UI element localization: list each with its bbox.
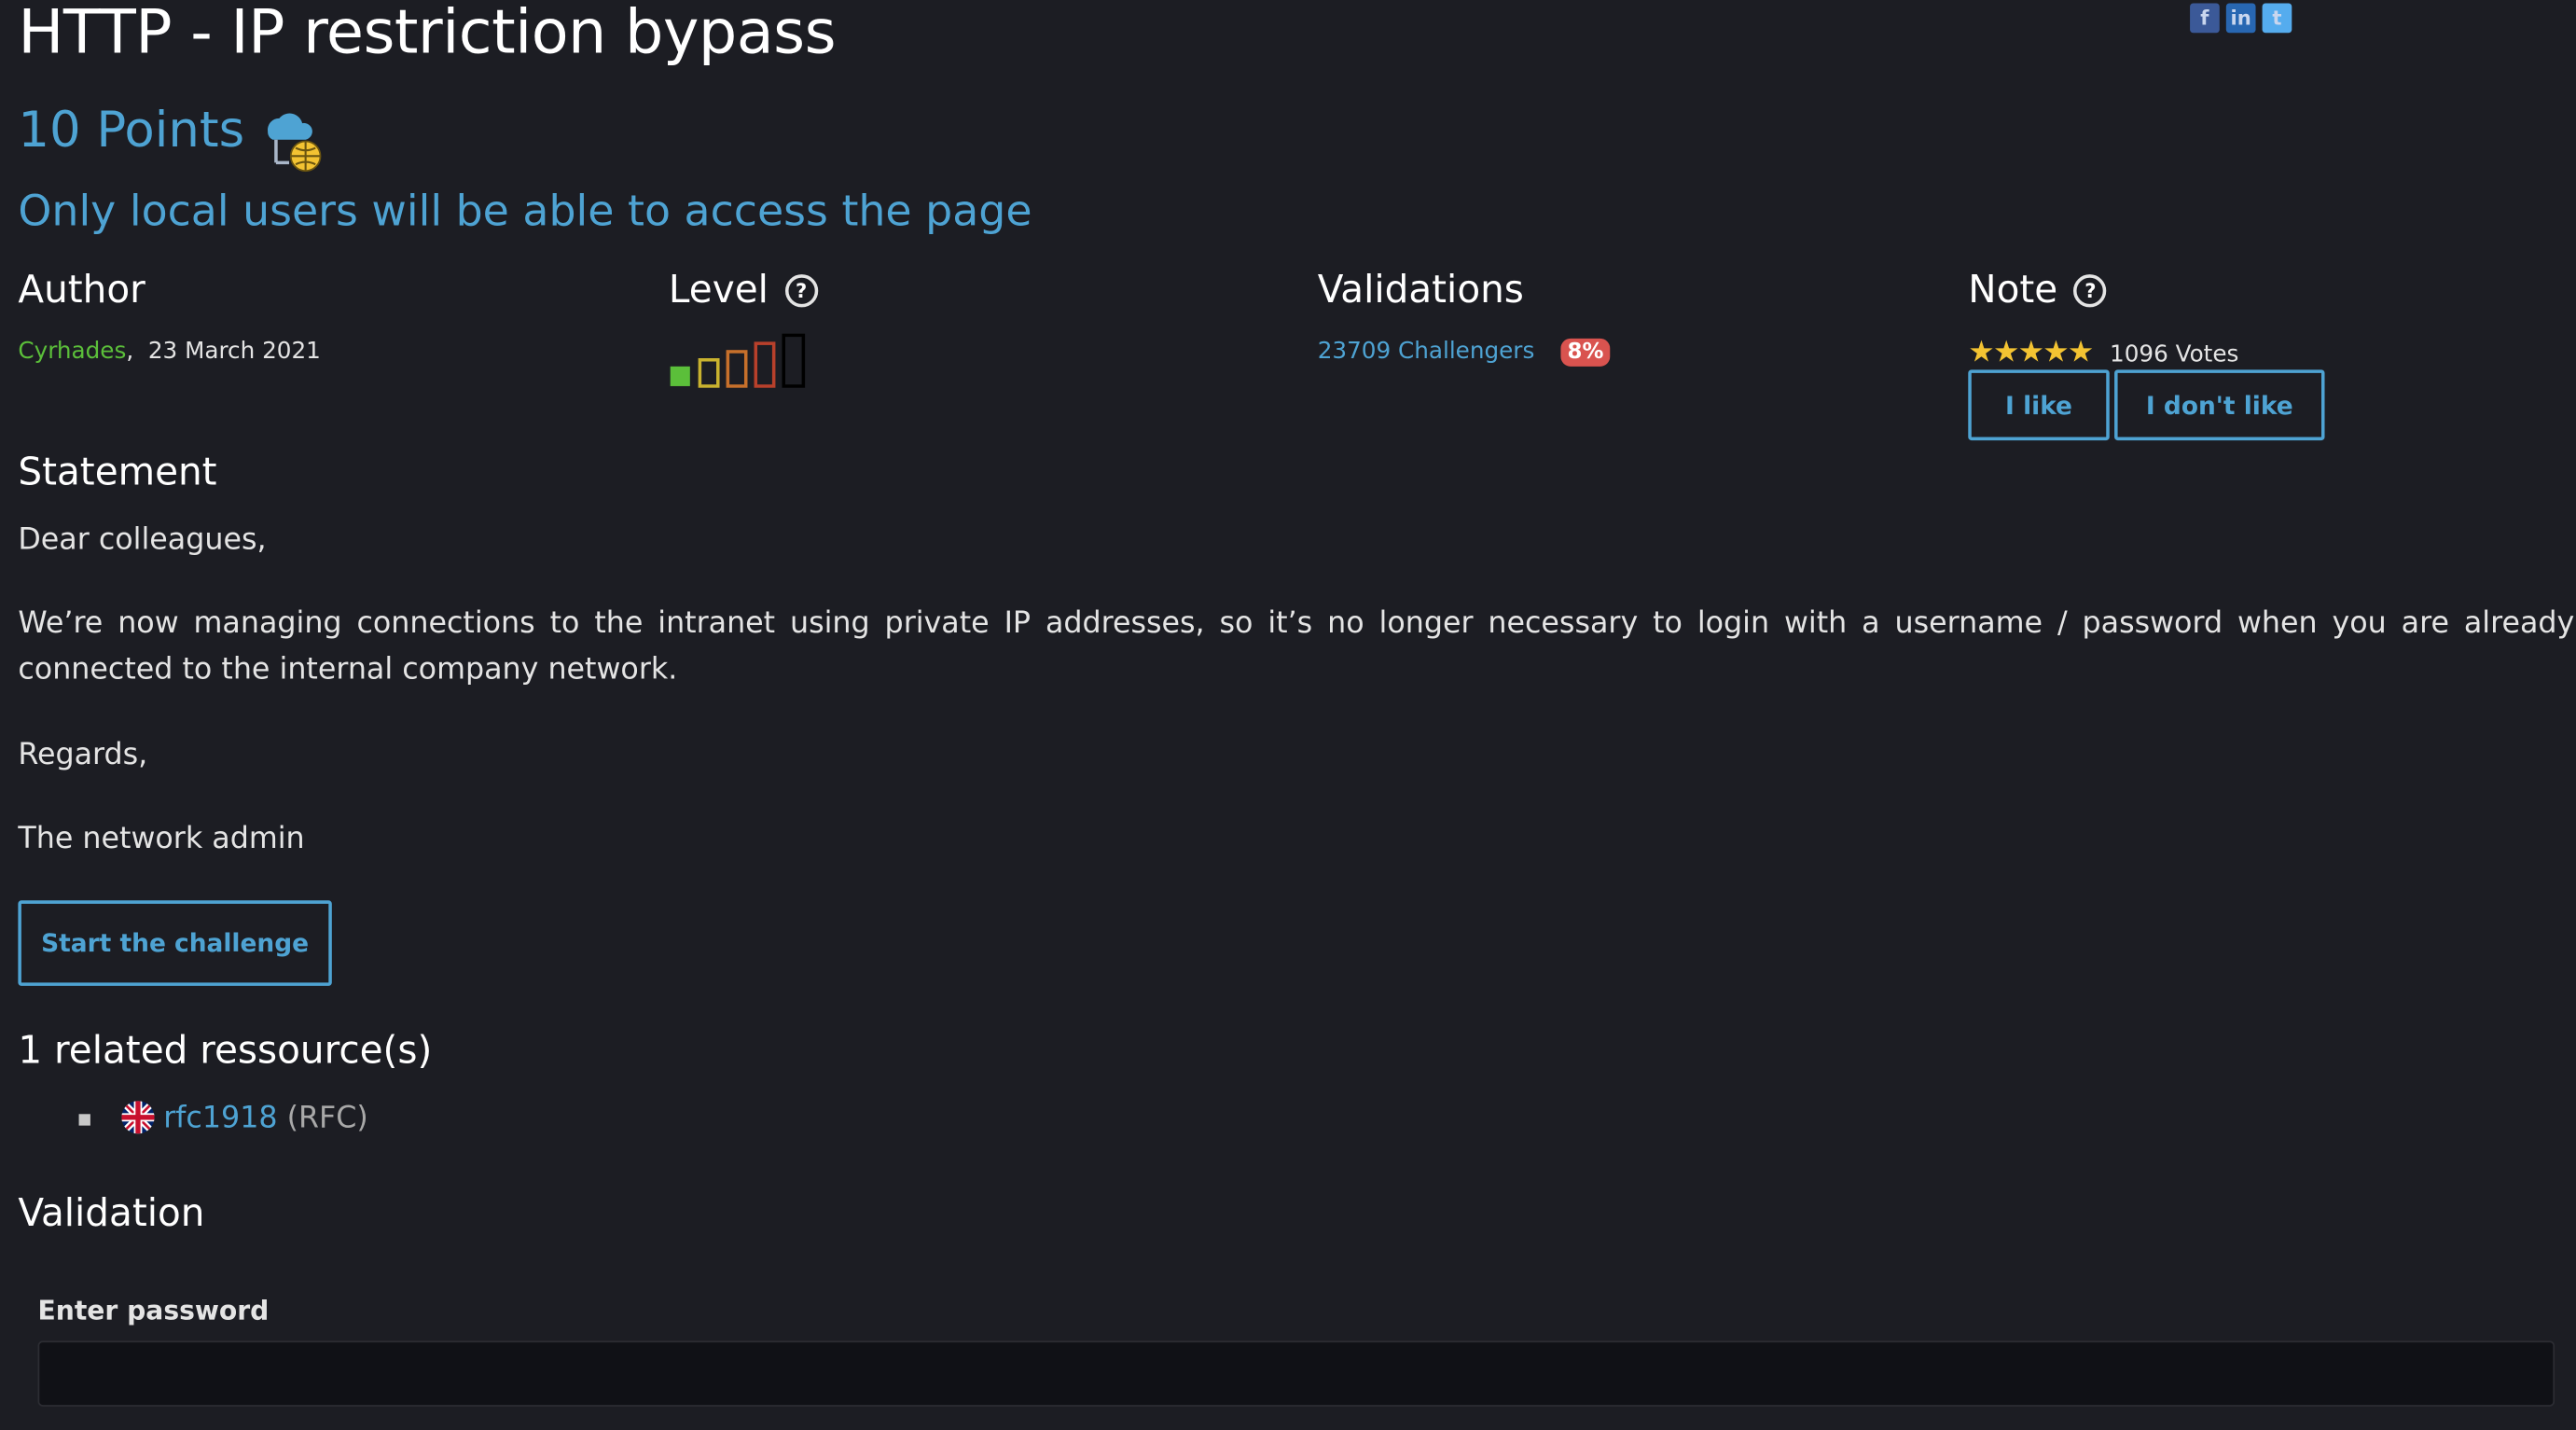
validation-heading: Validation (18, 1192, 205, 1236)
like-button[interactable]: I like (1968, 369, 2110, 441)
challenge-points: 10 Points (18, 102, 245, 160)
social-share: f in t (2190, 0, 2298, 34)
author-heading: Author (18, 269, 145, 312)
challenge-page: f in t HTTP - IP restriction bypass 10 Poi… (0, 0, 2576, 1430)
star-rating-icon: ★★★★★ (1968, 335, 2094, 370)
level-bar-5 (782, 333, 806, 388)
votes-count: 1096 Votes (2110, 341, 2239, 368)
author-date: , 23 March 2021 (126, 338, 321, 366)
validations-heading: Validations (1317, 269, 1524, 312)
rating-row: ★★★★★ 1096 Votes (1968, 335, 2238, 369)
statement-paragraph: We’re now managing connections to the in… (18, 605, 2575, 687)
bullet-icon (78, 1113, 90, 1125)
statement-greeting: Dear colleagues, (18, 522, 267, 558)
level-bar-4 (754, 341, 776, 388)
challenge-subtitle: Only local users will be able to access … (18, 187, 1032, 237)
level-bar-2 (698, 358, 720, 388)
level-heading: Level (668, 269, 769, 312)
validations-info: 23709 Challengers 8% (1318, 338, 1611, 367)
author-info: Cyrhades, 23 March 2021 (18, 339, 320, 365)
resource-type: (RFC) (286, 1101, 368, 1136)
note-heading: Note (1968, 269, 2058, 312)
statement-signature: The network admin (18, 821, 305, 856)
author-link[interactable]: Cyrhades (18, 339, 126, 365)
question-circle-icon[interactable]: ? (784, 274, 818, 308)
note-heading-row: Note? (1968, 269, 2108, 312)
level-bar-3 (726, 350, 748, 388)
level-heading-row: Level? (669, 270, 818, 312)
password-input[interactable] (37, 1340, 2555, 1407)
statement-heading: Statement (18, 451, 217, 495)
resource-item: rfc1918 (RFC) (78, 1096, 368, 1142)
network-category-icon (267, 113, 322, 173)
challengers-link[interactable]: 23709 Challengers (1318, 339, 1535, 365)
validation-percent-badge: 8% (1560, 338, 1611, 367)
level-bar-1 (670, 366, 690, 386)
dislike-button[interactable]: I don't like (2114, 369, 2325, 441)
linkedin-icon[interactable]: in (2225, 3, 2256, 34)
page-title: HTTP - IP restriction bypass (18, 0, 837, 68)
uk-flag-icon (120, 1101, 155, 1134)
resources-heading: 1 related ressource(s) (18, 1030, 433, 1074)
password-label: Enter password (37, 1295, 270, 1326)
start-challenge-button[interactable]: Start the challenge (18, 900, 332, 986)
facebook-icon[interactable]: f (2190, 3, 2220, 34)
resource-link[interactable]: rfc1918 (163, 1101, 277, 1135)
statement-regards: Regards, (18, 737, 148, 772)
level-bars (670, 333, 806, 388)
question-circle-icon[interactable]: ? (2073, 274, 2108, 308)
twitter-icon[interactable]: t (2262, 3, 2292, 34)
